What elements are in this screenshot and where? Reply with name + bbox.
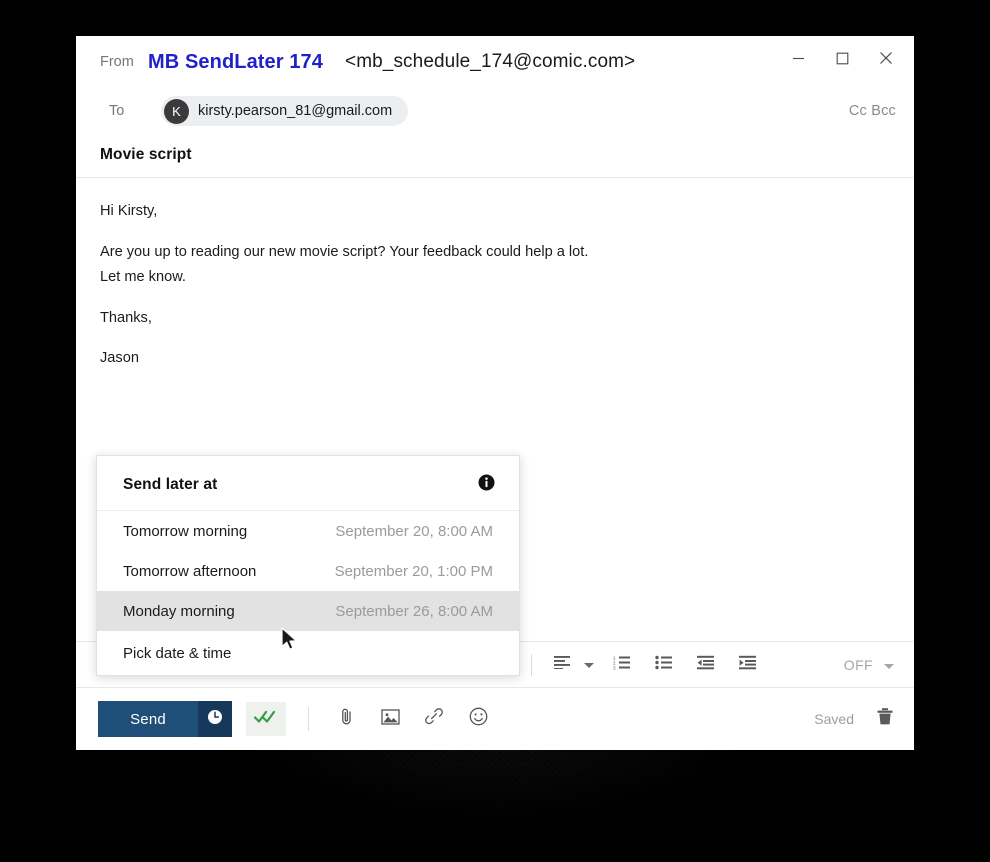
option-label: Monday morning: [123, 602, 235, 620]
screenshot-root: From MB SendLater 174 <mb_schedule_174@c…: [0, 0, 990, 862]
chevron-down-icon: [584, 656, 594, 673]
attach-file-button[interactable]: [331, 704, 361, 734]
body-signature: Jason: [100, 350, 139, 367]
attachment-icon-group: [331, 704, 493, 734]
chevron-down-icon: [884, 657, 894, 673]
recipient-email: kirsty.pearson_81@gmail.com: [198, 103, 393, 119]
send-button-group: Send: [98, 701, 232, 737]
maximize-button[interactable]: [820, 40, 864, 76]
increase-indent-icon: [739, 655, 757, 675]
read-receipt-button[interactable]: [246, 702, 286, 736]
close-icon: [879, 51, 893, 65]
action-bar-divider: [308, 707, 309, 731]
align-dropdown-button[interactable]: [584, 656, 594, 674]
body-closing: Thanks,: [100, 309, 152, 326]
svg-text:3: 3: [613, 665, 616, 670]
option-datetime: September 20, 8:00 AM: [335, 522, 493, 540]
compose-window: From MB SendLater 174 <mb_schedule_174@c…: [76, 36, 914, 750]
body-greeting: Hi Kirsty,: [100, 203, 158, 219]
to-label: To: [109, 103, 125, 119]
clock-icon: [207, 709, 223, 730]
send-button[interactable]: Send: [98, 701, 198, 737]
send-later-header: Send later at: [97, 456, 519, 511]
maximize-icon: [836, 52, 849, 65]
decrease-indent-icon: [697, 655, 715, 675]
align-left-button[interactable]: [548, 651, 576, 679]
body-line-1: Are you up to reading our new movie scri…: [100, 243, 589, 260]
send-later-popup: Send later at Tomorrow morning September…: [96, 455, 520, 676]
from-email-address: <mb_schedule_174@comic.com>: [345, 51, 636, 72]
close-button[interactable]: [864, 40, 908, 76]
discard-draft-button[interactable]: [876, 707, 894, 731]
paperclip-icon: [337, 707, 356, 731]
minimize-button[interactable]: [776, 40, 820, 76]
action-bar-right: Saved: [814, 707, 914, 731]
minimize-icon: [792, 52, 805, 65]
option-label: Pick date & time: [123, 644, 232, 662]
decrease-indent-button[interactable]: [692, 651, 720, 679]
option-label: Tomorrow morning: [123, 522, 248, 540]
numbered-list-button[interactable]: 1 2 3: [608, 651, 636, 679]
increase-indent-button[interactable]: [734, 651, 762, 679]
off-label: OFF: [843, 656, 873, 673]
avatar: K: [164, 98, 189, 124]
from-label: From: [100, 54, 134, 70]
formatting-icon-group: 1 2 3: [548, 651, 762, 679]
insert-emoji-button[interactable]: [463, 704, 493, 734]
double-check-icon: [253, 710, 278, 729]
send-later-option-tomorrow-afternoon[interactable]: Tomorrow afternoon September 20, 1:00 PM: [97, 551, 519, 591]
link-icon: [424, 707, 444, 731]
send-later-options: Tomorrow morning September 20, 8:00 AM T…: [97, 511, 519, 675]
schedule-send-button[interactable]: [198, 701, 232, 737]
bullet-list-button[interactable]: [650, 651, 678, 679]
insert-image-button[interactable]: [375, 704, 405, 734]
option-datetime: September 26, 8:00 AM: [335, 602, 493, 620]
trash-icon: [876, 707, 894, 731]
from-row: From MB SendLater 174 <mb_schedule_174@c…: [76, 36, 914, 88]
numbered-list-icon: 1 2 3: [613, 655, 631, 675]
recipient-chip[interactable]: K kirsty.pearson_81@gmail.com: [161, 96, 409, 126]
bullet-list-icon: [655, 655, 673, 675]
subject-field[interactable]: Movie script: [76, 134, 914, 178]
info-icon: [478, 474, 495, 496]
to-row: To K kirsty.pearson_81@gmail.com Cc Bcc: [76, 88, 914, 134]
confidential-mode-dropdown[interactable]: OFF: [844, 657, 914, 673]
info-button[interactable]: [478, 474, 495, 496]
image-icon: [380, 708, 400, 731]
option-datetime: September 20, 1:00 PM: [334, 562, 493, 580]
send-later-option-pick-date-time[interactable]: Pick date & time: [97, 631, 519, 675]
option-label: Tomorrow afternoon: [123, 562, 257, 580]
from-display-name[interactable]: MB SendLater 174: [148, 51, 323, 74]
smiley-icon: [469, 707, 488, 731]
send-later-option-monday-morning[interactable]: Monday morning September 26, 8:00 AM: [97, 591, 519, 631]
send-later-option-tomorrow-morning[interactable]: Tomorrow morning September 20, 8:00 AM: [97, 511, 519, 551]
send-later-title: Send later at: [123, 476, 218, 493]
window-controls: [776, 40, 908, 76]
toolbar-divider: [531, 653, 532, 676]
action-bar: Send Saved: [76, 688, 914, 750]
body-line-2: Let me know.: [100, 269, 186, 286]
cc-bcc-toggle[interactable]: Cc Bcc: [849, 103, 896, 119]
align-left-icon: [553, 655, 571, 674]
saved-status: Saved: [814, 711, 854, 727]
insert-link-button[interactable]: [419, 704, 449, 734]
